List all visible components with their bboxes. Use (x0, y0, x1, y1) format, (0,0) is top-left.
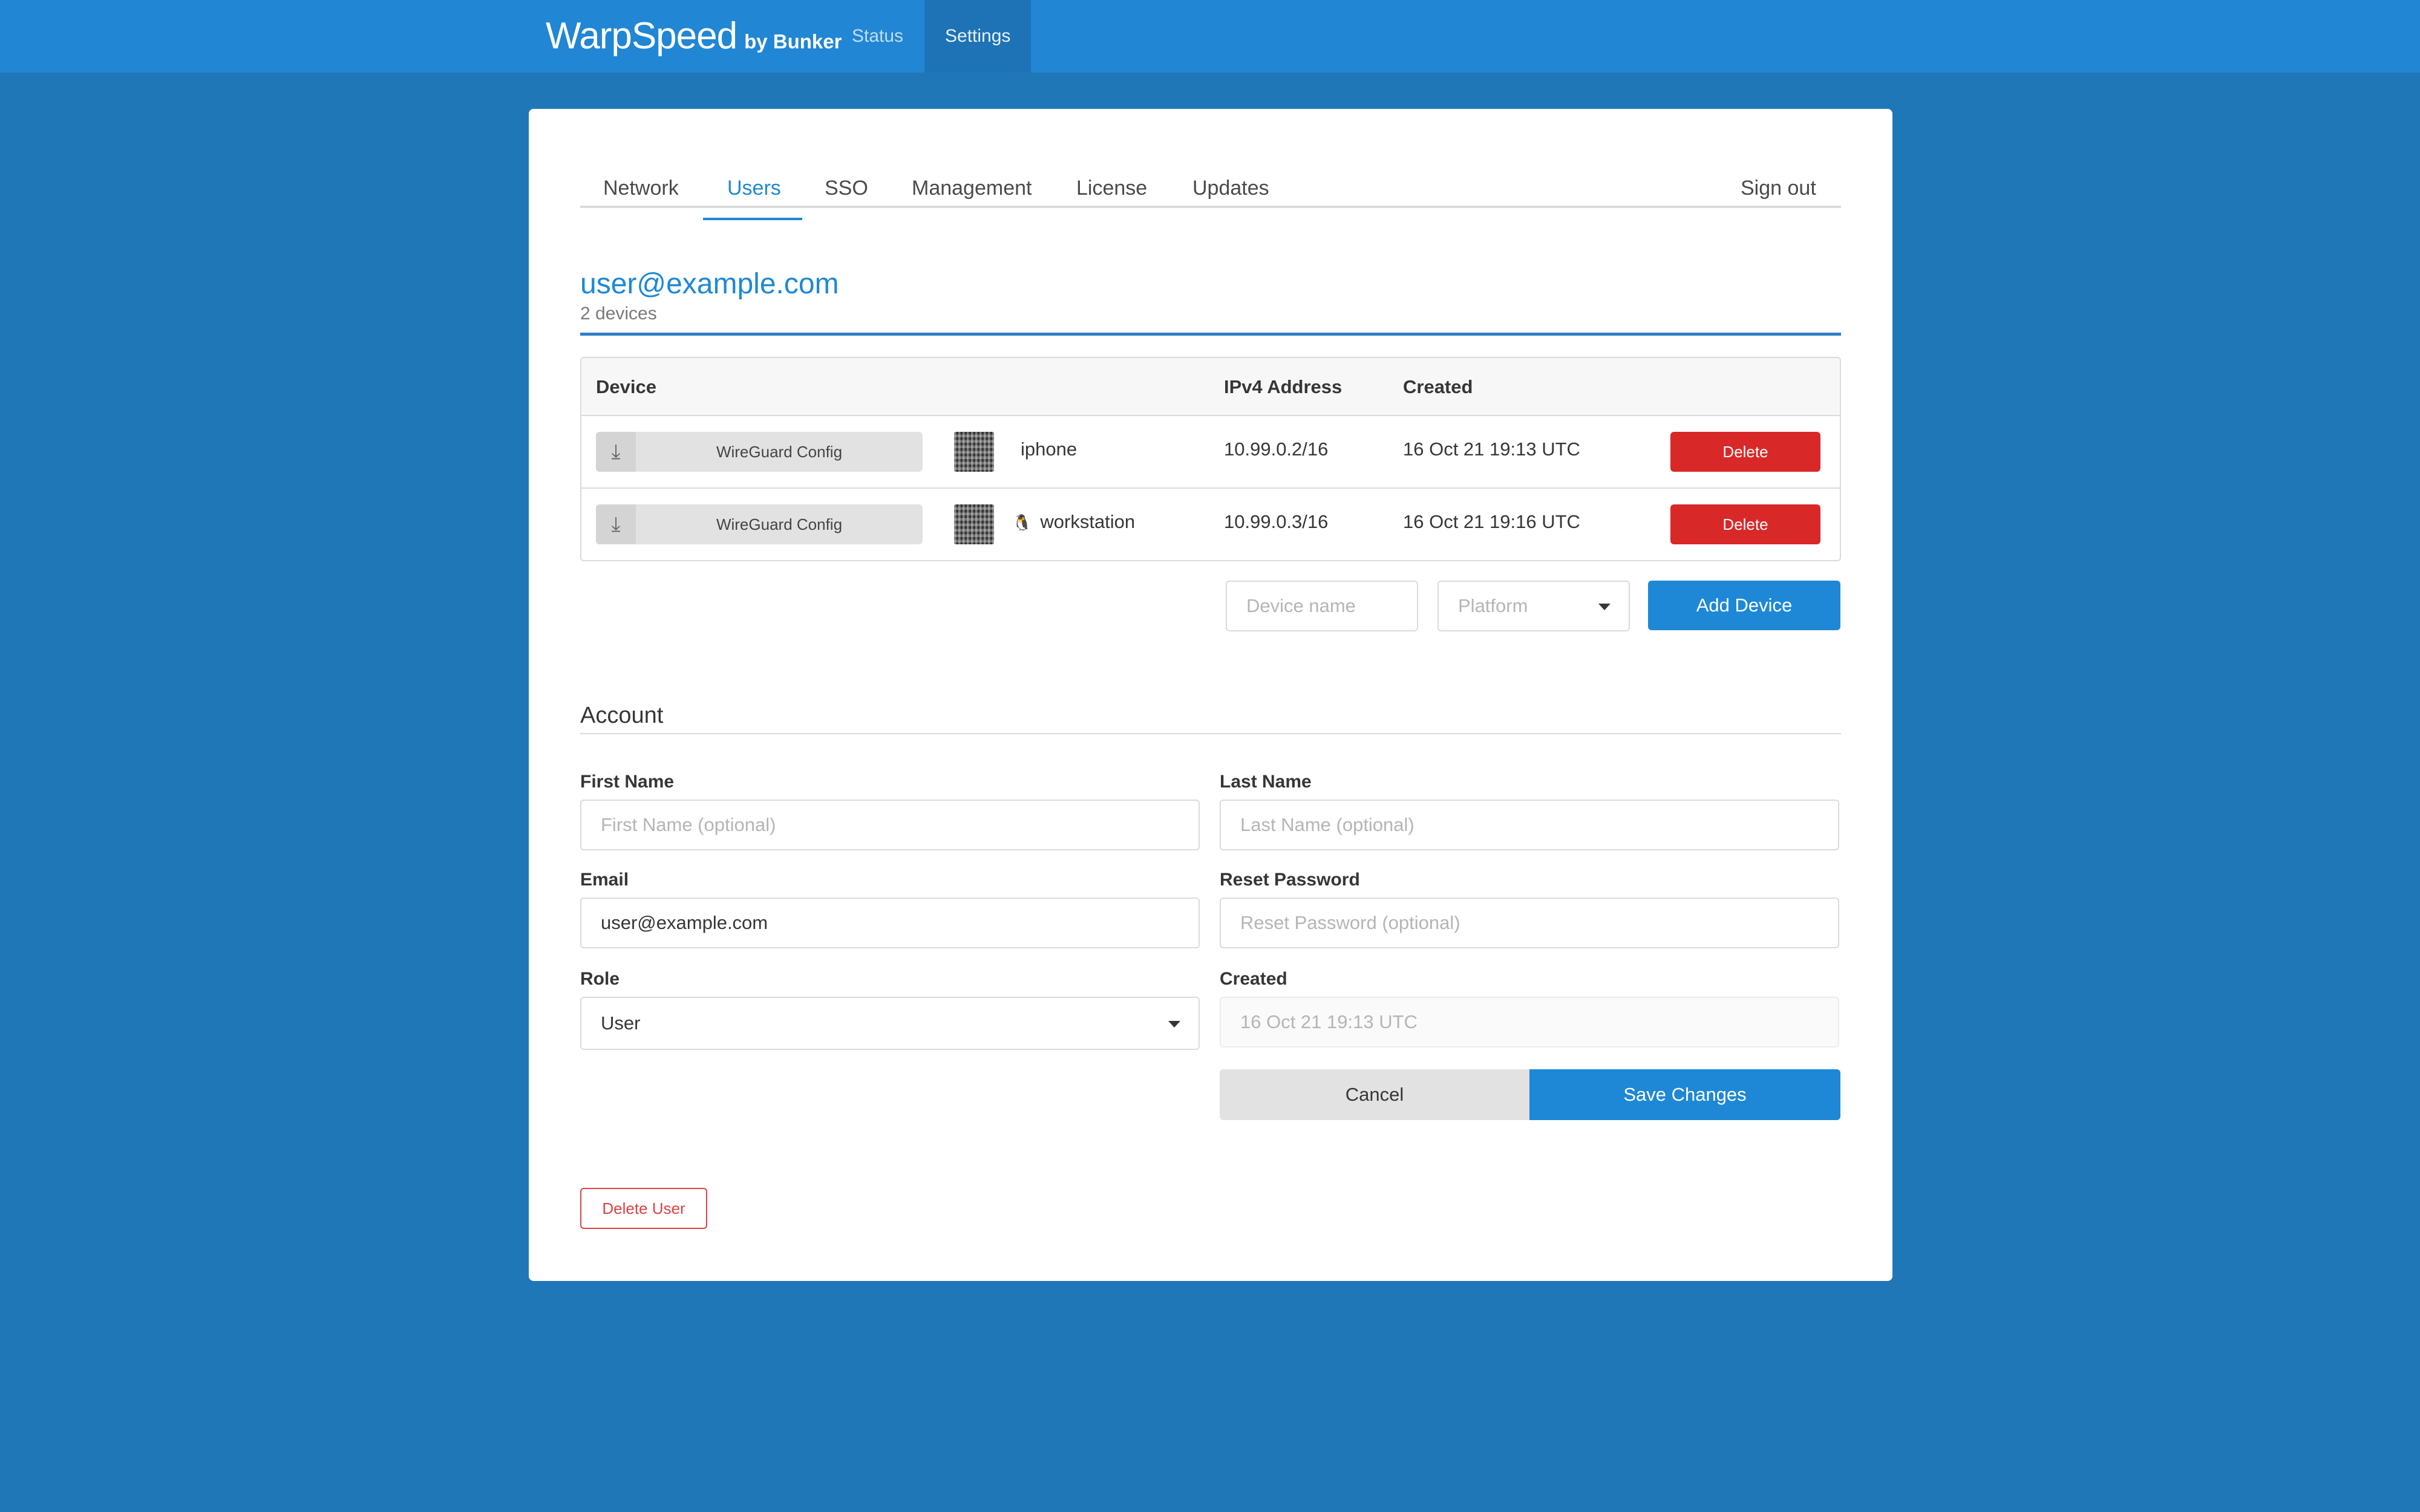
heading-divider (580, 333, 1841, 336)
tab-management[interactable]: Management (912, 169, 1032, 208)
delete-device-button[interactable]: Delete (1670, 504, 1820, 544)
nav-settings[interactable]: Settings (924, 0, 1032, 73)
download-icon: ⤓ (596, 432, 636, 472)
device-name-text: workstation (1040, 511, 1136, 532)
wireguard-config-label: WireGuard Config (716, 515, 843, 533)
first-name-label: First Name (580, 772, 675, 792)
sign-out-link[interactable]: Sign out (1741, 169, 1816, 208)
account-divider (580, 733, 1841, 734)
download-icon: ⤓ (596, 504, 636, 544)
tab-updates[interactable]: Updates (1192, 169, 1269, 208)
wireguard-config-button[interactable]: ⤓ WireGuard Config (596, 504, 923, 544)
delete-user-button[interactable]: Delete User (580, 1188, 707, 1229)
platform-select-label: Platform (1458, 595, 1528, 616)
device-ip: 10.99.0.3/16 (1224, 511, 1329, 532)
wireguard-config-label: WireGuard Config (716, 443, 843, 461)
email-label: Email (580, 870, 629, 890)
created-label: Created (1220, 969, 1287, 989)
user-email-heading: user@example.com (580, 268, 839, 300)
brand-logo[interactable]: WarpSpeed by Bunker (546, 12, 842, 60)
brand-name: WarpSpeed (546, 15, 737, 57)
created-field: 16 Oct 21 19:13 UTC (1220, 997, 1839, 1048)
col-ipv4: IPv4 Address (1224, 376, 1342, 397)
table-row: ⤓ WireGuard Config 🐧 workstation 10.99.0.… (581, 489, 1840, 560)
nav-status[interactable]: Status (831, 0, 924, 73)
last-name-field[interactable]: Last Name (optional) (1220, 800, 1839, 850)
wireguard-config-button[interactable]: ⤓ WireGuard Config (596, 432, 923, 472)
delete-device-button[interactable]: Delete (1670, 432, 1820, 472)
tab-users[interactable]: Users (727, 169, 781, 208)
settings-card: Network Users SSO Management License Upd… (529, 109, 1892, 1281)
col-created: Created (1403, 376, 1473, 397)
devices-table: Device IPv4 Address Created ⤓ WireGuard … (580, 357, 1841, 561)
device-created: 16 Oct 21 19:13 UTC (1403, 438, 1580, 460)
device-name-text: iphone (1021, 438, 1078, 460)
device-created: 16 Oct 21 19:16 UTC (1403, 511, 1580, 532)
reset-password-label: Reset Password (1220, 870, 1360, 890)
device-ip: 10.99.0.2/16 (1224, 438, 1329, 460)
col-device: Device (596, 376, 656, 397)
table-row: ⤓ WireGuard Config iphone 10.99.0.2/16 1… (581, 416, 1840, 489)
qr-code-icon[interactable] (954, 432, 994, 472)
linux-icon: 🐧 (1012, 513, 1032, 532)
account-heading: Account (580, 703, 664, 728)
save-changes-button[interactable]: Save Changes (1529, 1069, 1840, 1120)
last-name-label: Last Name (1220, 772, 1312, 792)
brand-sub: by Bunker (744, 30, 842, 53)
cancel-button[interactable]: Cancel (1220, 1069, 1529, 1120)
role-select-value: User (601, 1012, 641, 1034)
table-header: Device IPv4 Address Created (581, 358, 1840, 416)
device-name-input[interactable]: Device name (1226, 581, 1418, 631)
qr-code-icon[interactable] (954, 504, 994, 544)
device-count: 2 devices (580, 304, 657, 324)
role-label: Role (580, 969, 620, 989)
tab-network[interactable]: Network (603, 169, 679, 208)
first-name-field[interactable]: First Name (optional) (580, 800, 1200, 850)
top-navbar: WarpSpeed by Bunker Status Settings (0, 0, 2420, 73)
email-field[interactable]: user@example.com (580, 898, 1200, 948)
device-name: 🐧 workstation (1012, 489, 1136, 560)
settings-tabs: Network Users SSO Management License Upd… (580, 169, 1841, 208)
tab-license[interactable]: License (1076, 169, 1147, 208)
tab-sso[interactable]: SSO (825, 169, 868, 208)
add-device-button[interactable]: Add Device (1648, 581, 1840, 630)
chevron-down-icon (1598, 604, 1611, 610)
chevron-down-icon (1168, 1021, 1180, 1028)
active-tab-indicator (703, 218, 802, 220)
platform-select[interactable]: Platform (1437, 581, 1630, 631)
device-name: iphone (1012, 416, 1077, 489)
role-select[interactable]: User (580, 997, 1200, 1050)
reset-password-field[interactable]: Reset Password (optional) (1220, 898, 1839, 948)
